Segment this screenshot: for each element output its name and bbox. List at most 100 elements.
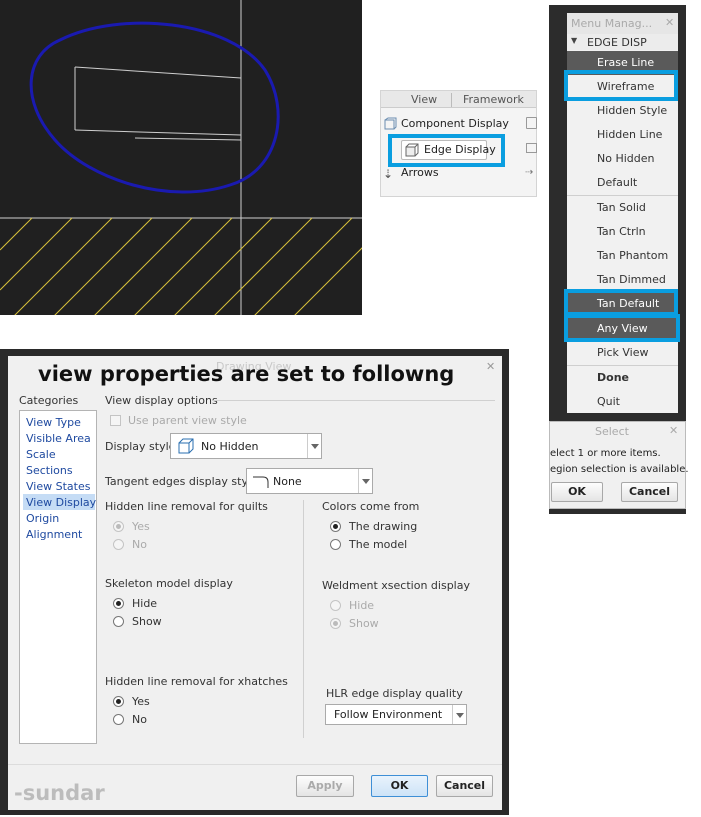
tab-view[interactable]: View [411,93,437,107]
close-icon[interactable]: ✕ [486,360,495,373]
hlr-xhatch-label: Hidden line removal for xhatches [105,675,288,688]
menu-manager-titlebar: Menu Manag... ✕ [567,13,678,34]
hlr-quilts-label: Hidden line removal for quilts [105,500,268,513]
watermark: -sundar [14,781,105,805]
menu-item-default[interactable]: Default [567,171,678,195]
any-view-highlight [564,314,680,342]
chevron-down-icon [452,705,466,724]
hlr-quilts-no-label: No [132,538,147,551]
hlr-quilts-yes-label: Yes [132,520,150,533]
ribbon-side-icon-2 [526,143,537,153]
category-sections[interactable]: Sections [26,463,73,478]
cad-viewport[interactable] [0,0,362,315]
annotation-caption: view properties are set to followng [38,362,455,386]
display-style-value: No Hidden [201,440,259,453]
tangent-label: Tangent edges display style [105,475,258,488]
skeleton-show-label: Show [132,615,162,628]
cube-icon [178,438,194,454]
category-alignment[interactable]: Alignment [26,527,82,542]
weldment-show-radio[interactable] [330,618,341,629]
menu-item-tan-solid[interactable]: Tan Solid [567,196,678,220]
button-bar-rule [8,764,502,765]
tan-default-highlight [564,289,678,316]
hlr-quilts-yes-radio[interactable] [113,521,124,532]
select-dialog-title: Select [595,425,629,438]
hlr-quilts-no-radio[interactable] [113,539,124,550]
tangent-style-combo[interactable]: None [246,468,373,494]
select-hint-1: elect 1 or more items. [550,448,661,459]
colors-label: Colors come from [322,500,420,513]
colors-drawing-label: The drawing [349,520,418,533]
colors-drawing-radio[interactable] [330,521,341,532]
hlr-quality-label: HLR edge display quality [326,687,463,700]
skeleton-label: Skeleton model display [105,577,233,590]
menu-item-done[interactable]: Done [567,366,678,390]
ribbon-side-icon-1 [526,117,537,129]
component-display-icon [384,117,397,130]
ok-button[interactable]: OK [371,775,428,797]
category-origin[interactable]: Origin [26,511,59,526]
menu-item-no-hidden[interactable]: No Hidden [567,147,678,171]
component-display-button[interactable]: Component Display [384,115,509,133]
hlr-xhatch-yes-radio[interactable] [113,696,124,707]
edge-display-highlight [388,134,505,167]
close-icon[interactable]: ✕ [665,16,674,29]
menu-item-quit[interactable]: Quit [567,390,678,414]
menu-item-pick-view[interactable]: Pick View [567,341,678,365]
select-cancel-button[interactable]: Cancel [621,482,678,502]
display-style-label: Display style [105,440,176,453]
select-hint-2: egion selection is available. [550,464,689,475]
ribbon-side-icon-3: ⇢ [525,167,534,178]
hlr-xhatch-yes-label: Yes [132,695,150,708]
menu-manager-section-header[interactable]: ▼ EDGE DISP [567,34,678,50]
select-ok-button[interactable]: OK [551,482,603,502]
cad-geometry [0,0,362,315]
menu-item-tan-phantom[interactable]: Tan Phantom [567,244,678,268]
categories-label: Categories [19,394,79,407]
arrows-label: Arrows [401,166,439,179]
menu-item-hidden-style[interactable]: Hidden Style [567,99,678,123]
hlr-xhatch-no-radio[interactable] [113,714,124,725]
menu-manager-title: Menu Manag... [571,17,653,30]
arrows-icon: ⇣ [383,167,394,181]
weldment-hide-radio[interactable] [330,600,341,611]
tangent-edge-icon [253,476,269,488]
tangent-style-value: None [273,475,302,488]
skeleton-hide-label: Hide [132,597,158,610]
column-divider [303,500,304,738]
chevron-down-icon [358,469,372,493]
use-parent-label: Use parent view style [128,414,247,427]
skeleton-show-radio[interactable] [113,616,124,627]
use-parent-checkbox[interactable] [110,415,121,426]
category-view-display[interactable]: View Display [26,495,96,510]
apply-button[interactable]: Apply [296,775,354,797]
triangle-down-icon: ▼ [571,36,578,45]
component-display-label: Component Display [401,117,509,130]
category-view-states[interactable]: View States [26,479,90,494]
chevron-down-icon [307,434,321,458]
wireframe-highlight [564,70,678,101]
display-style-combo[interactable]: No Hidden [170,433,322,459]
category-visible-area[interactable]: Visible Area [26,431,91,446]
colors-model-label: The model [349,538,408,551]
weldment-hide-label: Hide [349,599,375,612]
skeleton-hide-radio[interactable] [113,598,124,609]
weldment-label: Weldment xsection display [322,579,470,592]
colors-model-radio[interactable] [330,539,341,550]
tab-divider [451,93,452,107]
section-label: EDGE DISP [587,36,647,49]
close-icon[interactable]: ✕ [669,424,678,437]
hlr-quality-combo[interactable]: Follow Environment [325,704,467,725]
menu-item-tan-ctrln[interactable]: Tan Ctrln [567,220,678,244]
weldment-show-label: Show [349,617,379,630]
section-rule [212,400,495,401]
category-view-type[interactable]: View Type [26,415,81,430]
hlr-xhatch-no-label: No [132,713,147,726]
hlr-quality-value: Follow Environment [334,708,443,721]
category-scale[interactable]: Scale [26,447,56,462]
cancel-button[interactable]: Cancel [436,775,493,797]
select-dialog: Select ✕ elect 1 or more items. egion se… [549,421,689,509]
section-title: View display options [105,394,218,407]
tab-framework[interactable]: Framework [463,93,524,107]
menu-item-hidden-line[interactable]: Hidden Line [567,123,678,147]
